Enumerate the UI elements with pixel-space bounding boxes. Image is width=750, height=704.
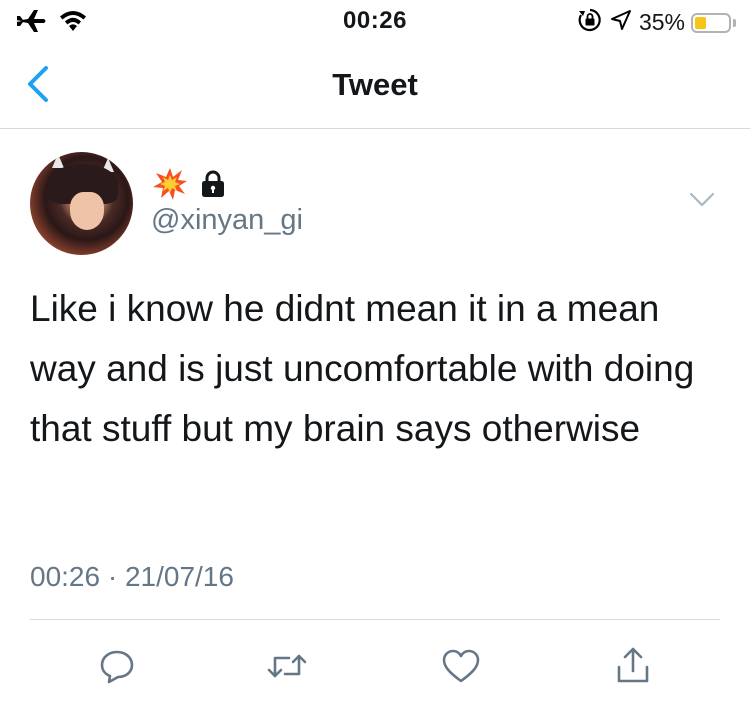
chevron-down-icon <box>689 192 715 207</box>
user-handle[interactable]: @xinyan_gi <box>151 204 303 237</box>
avatar-hair-ornament <box>52 154 64 168</box>
battery-percent: 35% <box>638 9 685 35</box>
action-bar <box>0 641 750 691</box>
comment-icon <box>100 650 134 684</box>
retweet-button[interactable] <box>262 641 312 691</box>
retweet-icon <box>267 654 307 678</box>
like-button[interactable] <box>436 641 486 691</box>
battery-cap <box>733 18 736 27</box>
heart-icon <box>442 649 480 683</box>
avatar-face <box>70 192 104 230</box>
collision-emoji-icon <box>152 167 188 206</box>
status-bar: 00:26 35% <box>0 0 750 40</box>
reply-button[interactable] <box>92 641 142 691</box>
lock-icon <box>200 170 226 203</box>
rotation-lock-icon <box>577 7 603 38</box>
page-title: Tweet <box>332 67 418 102</box>
share-button[interactable] <box>608 641 658 691</box>
divider <box>30 619 720 620</box>
tweet-text: Like i know he didnt mean it in a mean w… <box>30 288 695 449</box>
battery-fill <box>695 16 706 29</box>
status-right: 35% <box>577 7 736 38</box>
location-arrow-icon <box>609 8 633 37</box>
avatar[interactable] <box>30 152 133 255</box>
nav-bar: Tweet <box>0 40 750 129</box>
display-name[interactable] <box>152 167 226 206</box>
tweet-menu-button[interactable] <box>688 191 716 209</box>
tweet-timestamp: 00:26 · 21/07/16 <box>30 561 234 592</box>
share-icon <box>617 647 649 683</box>
battery-icon <box>691 12 731 33</box>
